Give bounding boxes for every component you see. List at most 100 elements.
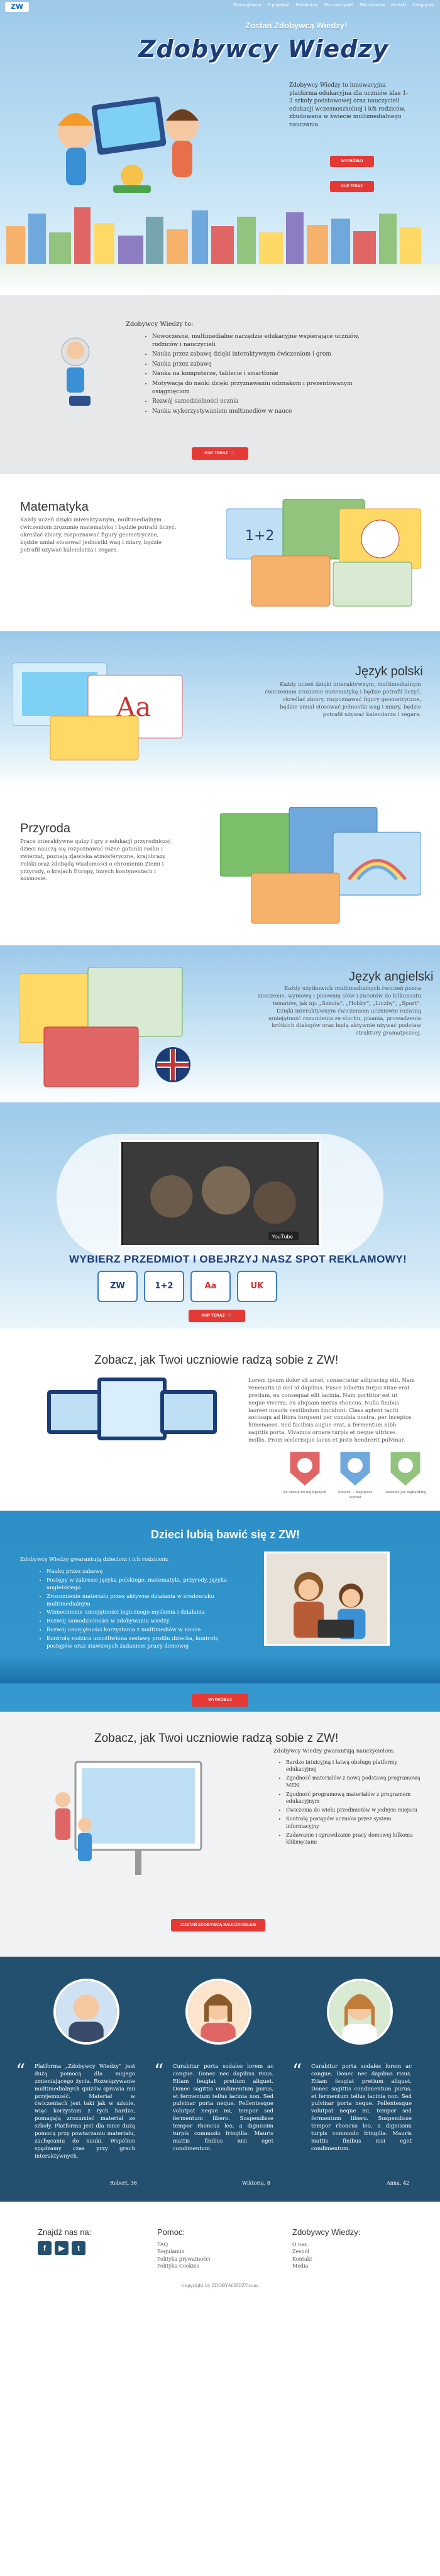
hero-logo-text: Zdobywcy Wiedzy [138, 35, 389, 63]
teachers-intro: Zdobywcy Wiedzy gwarantują nauczycielom: [273, 1748, 395, 1754]
testimonial-text: Curabitur porta sodales lorem ac congue.… [173, 2063, 273, 2152]
kids-like-list: Naukę przez zabawę Postępy w zakresie ję… [47, 1568, 229, 1652]
child-with-parent-photo [264, 1552, 390, 1646]
kids-wave-decoration [0, 1652, 440, 1683]
testimonial-author: Robert, 36 [110, 2180, 137, 2186]
nav-item-teachers[interactable]: Dla nauczycieli [324, 3, 354, 9]
subject-math-section: Matematyka Każdy uczeń dzięki interaktyw… [0, 474, 440, 631]
footer-help-column: Pomoc: FAQ Regulamin Polityka prywatnośc… [157, 2227, 210, 2269]
results-tablets [47, 1378, 217, 1440]
nav-item-parents[interactable]: Dla rodziców [360, 3, 385, 9]
twitter-icon[interactable]: t [72, 2241, 85, 2256]
testimonial-card: “ Platforma „Zdobywcy Wiedzy” jest dużą … [16, 1957, 145, 2202]
teachers-item: Ćwiczenia do wielu przedmiotów w jednym … [286, 1807, 421, 1813]
footer: Znajdź nas na: f ▶ t Pomoc: FAQ Regulami… [0, 2202, 440, 2425]
footer-link-privacy[interactable]: Polityka prywatności [157, 2256, 210, 2263]
feature-item: Nauka wykorzystywaniem multimediów w nau… [152, 408, 366, 416]
nav-item-contact[interactable]: Kontakt [391, 3, 406, 9]
video-section: YouTube WYBIERZ PRZEDMIOT I OBEJRZYJ NAS… [0, 1102, 440, 1329]
nav-item-subjects[interactable]: Przedmioty [296, 3, 318, 9]
kids-like-item: Rozwój samodzielności w zdobywaniu wiedz… [47, 1618, 229, 1626]
tile-zw[interactable]: ZW [97, 1271, 138, 1302]
subject-nature-section: Przyroda Prace interaktywne quizy i gry … [0, 788, 440, 945]
teacher-whiteboard-illustration [55, 1761, 202, 1875]
buy-now-button[interactable]: KUP TERAZ [330, 181, 374, 192]
footer-help-title: Pomoc: [157, 2227, 185, 2237]
teachers-list: Bardzo intuicyjną i łatwą obsługę platfo… [286, 1759, 421, 1847]
nav-item-home[interactable]: Strona główna [233, 3, 261, 9]
subject-english-title: Język angielski [349, 970, 434, 984]
footer-link-contact[interactable]: Kontakt [292, 2256, 360, 2263]
hero-description: Zdobywcy Wiedzy to innowacyjna platforma… [289, 82, 409, 128]
subject-nature-title: Przyroda [20, 822, 71, 835]
footer-link-faq[interactable]: FAQ [157, 2241, 210, 2248]
site-logo[interactable]: ZW [5, 2, 29, 12]
cart-icon: 🛒 [230, 451, 236, 456]
quote-icon: “ [154, 2060, 164, 2082]
footer-link-team[interactable]: Zespół [292, 2248, 360, 2255]
city-skyline-illustration [0, 207, 440, 270]
video-buy-button[interactable]: KUP TERAZ 🛒 [189, 1310, 245, 1322]
feature-item: Nauka przez zabawę [152, 361, 366, 369]
subject-nature-text: Prace interaktywne quizy i gry z edukacj… [20, 839, 171, 883]
nav-item-about[interactable]: O projekcie [267, 3, 289, 9]
features-section: Zdobywcy Wiedzy to: Nowoczesne, multimed… [0, 295, 440, 474]
kids-like-item: Kontrolę rodzica umożliwiona zestawy pro… [47, 1636, 229, 1651]
english-screenshots [19, 967, 190, 1087]
teachers-item: Kontrolę postępów uczniów przez system i… [286, 1815, 421, 1829]
badge-caption: Ze szkoły do najlepszych [283, 1491, 327, 1494]
kids-like-section: Dzieci lubią bawić się z ZW! Zdobywcy Wi… [0, 1511, 440, 1712]
subject-math-text: Każdy uczeń dzięki interaktywnym, multim… [20, 517, 177, 553]
badge-icon [388, 1450, 422, 1488]
badge-caption: Ciekawe już najbardziej [384, 1491, 427, 1494]
quote-icon: “ [16, 2060, 26, 2082]
subject-tiles: ZW 1+2 Aa UK [97, 1271, 277, 1302]
tile-math[interactable]: 1+2 [144, 1271, 184, 1302]
subject-polish-title: Język polski [355, 665, 423, 678]
feature-item: Nauka przez zabawę dzięki interaktywnym … [152, 351, 366, 359]
footer-link-terms[interactable]: Regulamin [157, 2248, 210, 2255]
hero-ground [0, 264, 440, 295]
nav-item-login[interactable]: Zaloguj się [412, 3, 434, 9]
video-heading: WYBIERZ PRZEDMIOT I OBEJRZYJ NASZ SPOT R… [69, 1253, 407, 1265]
features-buy-label: KUP TERAZ [204, 451, 228, 456]
feature-item: Rozwój samodzielności ucznia [152, 398, 366, 406]
boy-illustration [61, 337, 91, 406]
features-buy-button[interactable]: KUP TERAZ 🛒 [192, 447, 248, 460]
results-section: Zobacz, jak Twoi uczniowie radzą sobie z… [0, 1329, 440, 1511]
feature-item: Nauka na komputerze, tablecie i smartfon… [152, 370, 366, 378]
subject-english-text: Każdy użytkownik multimedialnych ćwiczeń… [258, 986, 421, 1037]
become-teacher-button[interactable]: ZOSTAŃ ZDOBYWCĄ NAUCZYCIELEM [171, 1919, 265, 1932]
testimonial-text: Platforma „Zdobywcy Wiedzy” jest dużą po… [35, 2063, 135, 2160]
badge-icon [288, 1450, 322, 1488]
testimonial-card: “ Curabitur porta sodales lorem ac congu… [154, 1957, 283, 2202]
subject-english-section: Język angielski Każdy użytkownik multime… [0, 945, 440, 1102]
avatar [53, 1979, 119, 2045]
facebook-icon[interactable]: f [38, 2241, 52, 2256]
testimonial-author: Wiktoria, 8 [242, 2180, 270, 2186]
subject-polish-section: Aa Język polski Każdy uczeń dzięki inter… [0, 631, 440, 788]
tile-polish[interactable]: Aa [190, 1271, 231, 1302]
tile-english[interactable]: UK [237, 1271, 277, 1302]
promo-video-player[interactable]: YouTube [119, 1140, 321, 1247]
footer-link-media[interactable]: Media [292, 2263, 360, 2269]
kids-try-button[interactable]: WYPRÓBUJ [192, 1694, 248, 1707]
youtube-icon[interactable]: ▶ [55, 2241, 69, 2256]
results-heading: Zobacz, jak Twoi uczniowie radzą sobie z… [94, 1354, 339, 1367]
photo-illustration [267, 1553, 387, 1644]
math-screenshots: 1+2 [226, 499, 421, 607]
quote-icon: “ [292, 2060, 302, 2082]
try-button[interactable]: WYPRÓBUJ [330, 156, 374, 167]
nature-screenshots [220, 807, 421, 924]
features-title: Zdobywcy Wiedzy to: [126, 321, 194, 328]
footer-link-about[interactable]: O nas [292, 2241, 360, 2248]
nav-menu: Strona główna O projekcie Przedmioty Dla… [233, 3, 434, 9]
teachers-item: Zgodność materiałów z nową podstawą prog… [286, 1774, 421, 1788]
footer-link-cookies[interactable]: Polityka Cookies [157, 2263, 210, 2269]
footer-social-column: Znajdź nas na: f ▶ t [38, 2227, 91, 2256]
kids-try-label: WYPRÓBUJ [208, 1698, 232, 1703]
top-navigation-bar: ZW Strona główna O projekcie Przedmioty … [0, 0, 440, 14]
copyright-text: copyright by ZDOBY-WIEDZY.com [182, 2283, 258, 2288]
polish-screenshots: Aa [13, 662, 183, 761]
hero-kids-illustration [58, 96, 199, 193]
